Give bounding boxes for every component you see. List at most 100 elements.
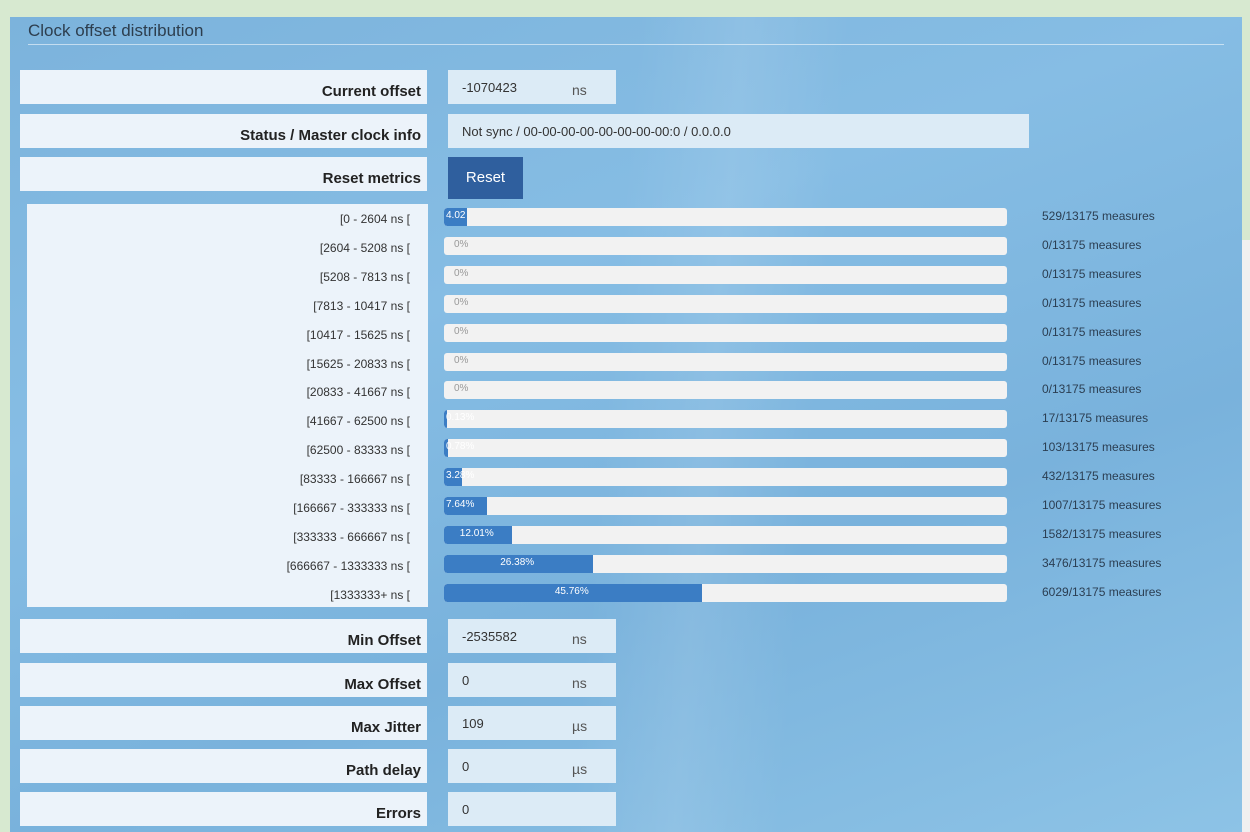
histogram-range-label: [15625 - 20833 ns [ <box>306 356 410 371</box>
histogram-bar-track: 12.01% <box>444 525 1007 544</box>
path-delay-unit: µs <box>572 761 588 777</box>
histogram-measures-count: 0/13175 measures <box>1042 382 1142 397</box>
histogram-measures-count: 529/13175 measures <box>1042 209 1155 223</box>
path-delay-value: 0 <box>462 759 470 774</box>
histogram-range-label: [20833 - 41667 ns [ <box>306 385 410 400</box>
histogram-range-label: [83333 - 166667 ns [ <box>299 472 410 487</box>
max-offset-row: Max Offset 0 ns <box>20 663 1240 697</box>
histogram-bar-track: 3.28% <box>444 468 1007 487</box>
status-row: Status / Master clock info Not sync / 00… <box>20 114 1240 148</box>
scrollbar[interactable] <box>1242 240 1250 832</box>
max-offset-value-box: 0 ns <box>448 663 616 697</box>
histogram-row: [62500 - 83333 ns [ 0.78% 103/13175 measur… <box>10 439 1242 459</box>
errors-value: 0 <box>462 802 470 817</box>
histogram-range-label: [1333333+ ns [ <box>330 587 410 602</box>
path-delay-row: Path delay 0 µs <box>20 749 1240 783</box>
errors-label: Errors <box>20 792 427 826</box>
histogram-percent-label: 3.28% <box>446 470 475 482</box>
clock-offset-panel: Clock offset distribution Current offset… <box>10 17 1242 832</box>
histogram-percent-label: 0% <box>454 325 469 337</box>
max-jitter-unit: µs <box>572 718 588 734</box>
reset-button[interactable]: Reset <box>448 157 523 199</box>
histogram-measures-count: 3476/13175 measures <box>1042 555 1162 570</box>
histogram-row: [0 - 2604 ns [ 4.02 529/13175 measures <box>10 208 1242 228</box>
path-delay-label: Path delay <box>20 749 427 783</box>
histogram-range-label: [166667 - 333333 ns [ <box>293 501 410 515</box>
histogram-bar-track: 0% <box>444 323 1007 342</box>
max-jitter-value-box: 109 µs <box>448 706 616 740</box>
histogram-bar-track: 0.13% <box>444 410 1007 429</box>
histogram-range-label: [5208 - 7813 ns [ <box>319 269 410 284</box>
histogram-measures-count: 6029/13175 measures <box>1042 584 1162 599</box>
histogram-range-label: [62500 - 83333 ns [ <box>306 443 410 458</box>
histogram-range-label: [7813 - 10417 ns [ <box>313 298 410 313</box>
histogram-row: [333333 - 666667 ns [ 12.01% 1582/13175 me… <box>10 525 1242 546</box>
histogram-percent-label: 4.02 <box>446 210 466 221</box>
histogram-bar-track: 0% <box>444 265 1007 284</box>
title-divider <box>28 44 1224 45</box>
max-offset-value: 0 <box>462 673 470 688</box>
histogram-bar-track: 0% <box>444 352 1007 371</box>
min-offset-label: Min Offset <box>20 619 427 653</box>
current-offset-label: Current offset <box>20 70 427 104</box>
histogram-percent-label: 26.38% <box>500 556 535 568</box>
max-offset-unit: ns <box>572 675 587 691</box>
current-offset-value-box: -1070423 ns <box>448 70 616 104</box>
histogram-row: [41667 - 62500 ns [ 0.13% 17/13175 measure… <box>10 410 1242 430</box>
histogram-percent-label: 0.13% <box>446 412 475 424</box>
histogram-row: [10417 - 15625 ns [ 0% 0/13175 measures <box>10 323 1242 344</box>
histogram-row: [1333333+ ns [ 45.76% 6029/13175 measures <box>10 583 1242 604</box>
histogram-measures-count: 0/13175 measures <box>1042 324 1142 339</box>
histogram-percent-label: 0% <box>454 354 469 366</box>
histogram-range-label: [41667 - 62500 ns [ <box>306 414 410 429</box>
histogram-measures-count: 1007/13175 measures <box>1042 498 1162 512</box>
histogram-range-label: [2604 - 5208 ns [ <box>319 240 410 255</box>
histogram-measures-count: 1582/13175 measures <box>1042 526 1162 541</box>
histogram-row: [2604 - 5208 ns [ 0% 0/13175 measures <box>10 236 1242 257</box>
status-value-box: Not sync / 00-00-00-00-00-00-00-00:0 / 0… <box>448 114 1029 148</box>
histogram-measures-count: 432/13175 measures <box>1042 469 1155 484</box>
min-offset-value-box: -2535582 ns <box>448 619 616 653</box>
histogram-range-label: [0 - 2604 ns [ <box>339 212 410 226</box>
current-offset-value: -1070423 <box>462 80 517 95</box>
histogram-row: [7813 - 10417 ns [0% 0/13175 measures <box>10 294 1242 315</box>
histogram-label-box <box>27 204 428 607</box>
histogram-row: [83333 - 166667 ns [ 3.28% 432/13175 measu… <box>10 468 1242 488</box>
histogram-row: [15625 - 20833 ns [ 0% 0/13175 measures <box>10 352 1242 373</box>
histogram-measures-count: 17/13175 measures <box>1042 411 1149 426</box>
max-offset-label: Max Offset <box>20 663 427 697</box>
histogram-percent-label: 0% <box>454 383 469 395</box>
histogram-bar-track: 0% <box>444 236 1007 255</box>
histogram-percent-label: 0% <box>454 238 469 250</box>
histogram-bar-track: 45.76% <box>444 583 1007 602</box>
current-offset-row: Current offset -1070423 ns <box>20 70 1240 104</box>
reset-row: Reset metrics Reset <box>20 157 1240 199</box>
histogram-row: [666667 - 1333333 ns [ 26.38% 3476/13175 m… <box>10 554 1242 575</box>
histogram-percent-label: 12.01% <box>459 527 494 539</box>
path-delay-value-box: 0 µs <box>448 749 616 783</box>
histogram-bar-track: 26.38% <box>444 554 1007 573</box>
histogram-percent-label: 45.76% <box>554 585 589 597</box>
reset-metrics-label: Reset metrics <box>20 157 427 191</box>
histogram-measures-count: 103/13175 measures <box>1042 440 1155 455</box>
histogram-row: [166667 - 333333 ns [ 7.64% 1007/13175 mea… <box>10 497 1242 517</box>
histogram-percent-label: 7.64% <box>446 499 475 510</box>
histogram-measures-count: 0/13175 measures <box>1042 237 1142 252</box>
histogram-measures-count: 0/13175 measures <box>1042 353 1142 368</box>
histogram-percent-label: 0% <box>454 267 469 279</box>
min-offset-value: -2535582 <box>462 629 517 644</box>
histogram-bar-track: 7.64% <box>444 497 1007 515</box>
histogram-bar-track: 0.78% <box>444 439 1007 458</box>
max-jitter-value: 109 <box>462 716 484 731</box>
panel-title: Clock offset distribution <box>28 21 204 40</box>
histogram-row: [20833 - 41667 ns [ 0% 0/13175 measures <box>10 381 1242 401</box>
histogram-range-label: [333333 - 666667 ns [ <box>293 529 410 544</box>
max-jitter-label: Max Jitter <box>20 706 427 740</box>
histogram-bar-track: 0% <box>444 381 1007 400</box>
errors-value-box: 0 <box>448 792 616 826</box>
max-jitter-row: Max Jitter 109 µs <box>20 706 1240 740</box>
histogram-range-label: [10417 - 15625 ns [ <box>306 327 410 342</box>
histogram-range-label: [666667 - 1333333 ns [ <box>286 558 410 573</box>
status-label: Status / Master clock info <box>20 114 427 148</box>
histogram-bar-track: 4.02 <box>444 208 1007 226</box>
